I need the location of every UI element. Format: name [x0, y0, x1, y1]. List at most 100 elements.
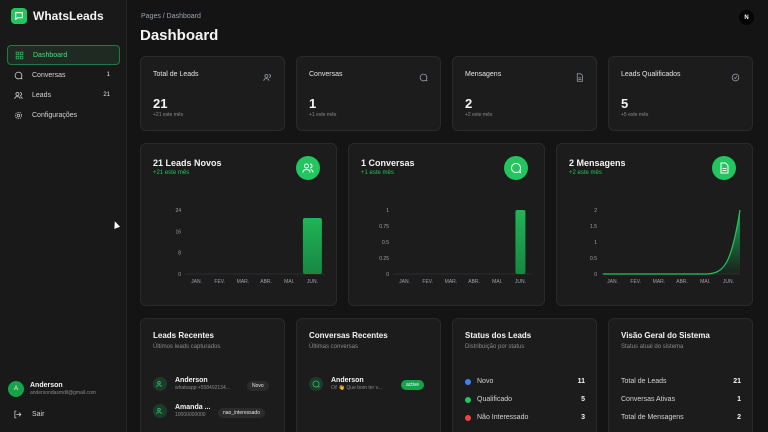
- chart-card-title: 1 Conversas: [361, 158, 415, 168]
- sidebar-item-conversas[interactable]: Conversas 1: [7, 65, 120, 85]
- y-tick-label: 8: [178, 251, 181, 257]
- stat-title: Total de Leads: [153, 71, 199, 78]
- check-circle-icon: [731, 69, 740, 87]
- x-tick-label: JUN.: [515, 279, 526, 285]
- chart-card-conversas: 1 Conversas +1 este mês 0 0.25 0.5 0.75 1 JAN…: [348, 143, 545, 306]
- sidebar-item-label: Leads: [32, 91, 52, 99]
- system-label: Total de Leads: [621, 378, 667, 385]
- chat-bubble-icon: [11, 8, 27, 24]
- stat-sub: +21 este mês: [153, 112, 184, 118]
- x-tick-label: JAN.: [191, 279, 202, 285]
- chart-card-leads: 21 Leads Novos +21 este mês 0 8 16 24 JAN. FE…: [140, 143, 337, 306]
- x-tick-label: MAR.: [237, 279, 250, 285]
- sidebar-item-configuracoes[interactable]: Configurações: [7, 105, 120, 125]
- x-tick-label: JAN.: [399, 279, 410, 285]
- status-row-qualificado: Qualificado 5: [465, 396, 585, 403]
- chat-icon: [309, 377, 323, 391]
- stat-value: 21: [153, 96, 168, 111]
- status-value: 11: [577, 378, 585, 385]
- system-row: Total de Mensagens 2: [621, 414, 741, 421]
- stat-card-mensagens: Mensagens 2 +2 este mês: [452, 56, 597, 131]
- card-subtitle: Status atual do sistema: [621, 344, 684, 350]
- gear-icon: [13, 110, 23, 120]
- card-title: Visão Geral do Sistema: [621, 331, 710, 340]
- next-logo-badge[interactable]: N: [739, 10, 754, 25]
- status-row-novo: Novo 11: [465, 378, 585, 385]
- user-email: andersondasmdil@gmail.com: [30, 390, 96, 396]
- chart-card-sub: +21 este mês: [153, 170, 190, 176]
- y-tick-label: 16: [175, 229, 181, 235]
- x-tick-label: ABR.: [676, 279, 688, 285]
- status-dot: [465, 378, 471, 385]
- sidebar: WhatsLeads Dashboard Conversas 1 Leads 2…: [0, 0, 127, 432]
- conversation-preview: Oi! 👋 Que bom ter v...: [331, 385, 382, 391]
- document-icon[interactable]: [712, 156, 736, 180]
- chart-card-sub: +2 este mês: [569, 170, 602, 176]
- status-badge: active: [401, 380, 425, 390]
- x-tick-label: FEV.: [422, 279, 433, 285]
- app-root: WhatsLeads Dashboard Conversas 1 Leads 2…: [0, 0, 768, 432]
- system-label: Total de Mensagens: [621, 414, 684, 421]
- status-badge: nao_interessado: [218, 408, 265, 418]
- y-tick-label: 0: [386, 272, 389, 278]
- stat-card-total-leads: Total de Leads 21 +21 este mês: [140, 56, 285, 131]
- card-subtitle: Últimas conversas: [309, 344, 359, 350]
- x-tick-label: MAI.: [284, 279, 294, 285]
- chart-card-title: 2 Mensagens: [569, 158, 626, 168]
- chat-icon: [13, 70, 23, 80]
- series-line: [603, 209, 741, 275]
- conversas-bar-chart: 0 0.25 0.5 0.75 1 JAN. FEV. MAR. ABR. MAI. JUN.: [379, 208, 532, 285]
- chart-card-title: 21 Leads Novos: [153, 158, 222, 168]
- stat-sub: +1 este mês: [309, 112, 337, 118]
- status-label: Não Interessado: [477, 414, 529, 421]
- chart-card-mensagens: 2 Mensagens +2 este mês 0 0.5 1 1.5 2 JAN. FEV…: [556, 143, 753, 306]
- y-tick-label: 24: [175, 208, 181, 214]
- avatar: A: [8, 381, 24, 397]
- system-row: Conversas Ativas 1: [621, 396, 741, 403]
- brand-name: WhatsLeads: [33, 9, 104, 23]
- x-tick-label: ABR.: [260, 279, 272, 285]
- system-row: Total de Leads 21: [621, 378, 741, 385]
- lead-meta: whatsapp:+558492134...: [175, 385, 230, 391]
- stat-value: 2: [465, 96, 473, 111]
- system-overview-card: Visão Geral do Sistema Status atual do s…: [608, 318, 753, 432]
- x-tick-label: MAR.: [445, 279, 458, 285]
- stat-card-leads-qualificados: Leads Qualificados 5 +5 este mês: [608, 56, 753, 131]
- sidebar-item-dashboard[interactable]: Dashboard: [7, 45, 120, 65]
- x-tick-label: ABR.: [468, 279, 480, 285]
- sidebar-item-label: Dashboard: [33, 51, 68, 59]
- chat-icon: [419, 69, 428, 87]
- status-dot: [465, 396, 471, 403]
- brand[interactable]: WhatsLeads: [11, 8, 104, 24]
- bar: [515, 210, 526, 274]
- sidebar-item-leads[interactable]: Leads 21: [7, 85, 120, 105]
- area-fill: [603, 210, 740, 274]
- stat-title: Mensagens: [465, 71, 502, 78]
- x-tick-label: JUN.: [723, 279, 734, 285]
- sidebar-item-count: 1: [106, 72, 110, 78]
- status-label: Qualificado: [477, 396, 513, 403]
- chat-icon[interactable]: [504, 156, 528, 180]
- stat-title: Conversas: [309, 71, 343, 78]
- conversation-name: Anderson: [331, 377, 364, 384]
- grid-icon: [14, 50, 24, 60]
- x-tick-label: FEV.: [214, 279, 225, 285]
- logout-icon: [13, 410, 22, 419]
- sidebar-item-count: 21: [103, 92, 110, 98]
- card-subtitle: Distribuição por status: [465, 344, 525, 350]
- stat-value: 1: [309, 96, 317, 111]
- x-tick-label: MAR.: [653, 279, 666, 285]
- leads-bar-chart: 0 8 16 24 JAN. FEV. MAR. ABR. MAI. JUN.: [175, 208, 324, 285]
- system-value: 1: [737, 396, 741, 403]
- user-profile[interactable]: A Anderson andersondasmdil@gmail.com: [8, 381, 96, 397]
- logout-button[interactable]: Sair: [13, 410, 44, 419]
- stat-sub: +5 este mês: [621, 112, 649, 118]
- users-icon[interactable]: [296, 156, 320, 180]
- x-tick-label: MAI.: [700, 279, 710, 285]
- logout-label: Sair: [32, 411, 45, 418]
- y-tick-label: 0: [178, 272, 181, 278]
- breadcrumb: Pages / Dashboard: [141, 13, 201, 20]
- system-label: Conversas Ativas: [621, 396, 676, 403]
- card-subtitle: Últimos leads capturados: [153, 344, 221, 350]
- status-value: 5: [581, 396, 585, 403]
